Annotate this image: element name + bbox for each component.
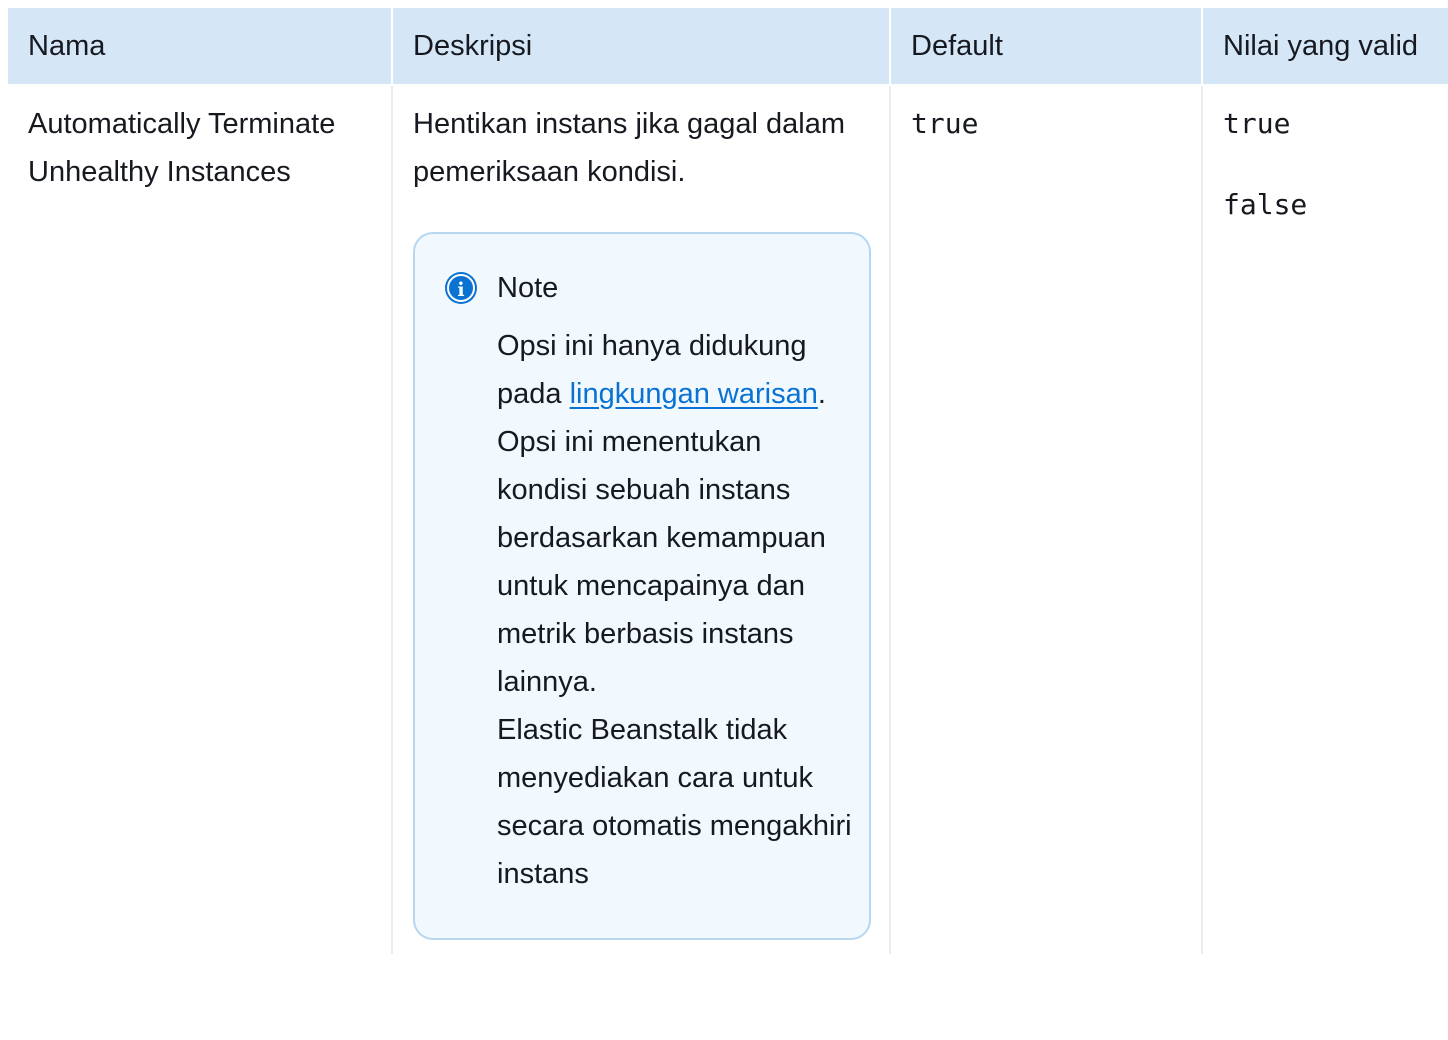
note-paragraph-2: Elastic Beanstalk tidak menyediakan cara… xyxy=(497,714,852,890)
note-header: i Note xyxy=(445,264,839,312)
note-body: Opsi ini hanya didukung pada lingkungan … xyxy=(497,322,857,898)
legacy-environment-link[interactable]: lingkungan warisan xyxy=(570,378,818,410)
note-callout: i Note Opsi ini hanya didukung pada ling… xyxy=(413,232,871,940)
table-header: Nama Deskripsi Default Nilai yang valid xyxy=(8,8,1448,86)
note-title: Note xyxy=(497,272,559,304)
option-name: Automatically Terminate Unhealthy Instan… xyxy=(8,85,393,954)
header-nilai-valid: Nilai yang valid xyxy=(1202,8,1448,86)
page: Nama Deskripsi Default Nilai yang valid … xyxy=(0,0,1448,1040)
valid-value: true xyxy=(1223,107,1291,140)
option-default-cell: true xyxy=(890,85,1203,954)
options-table: Nama Deskripsi Default Nilai yang valid … xyxy=(8,8,1448,954)
note-text-after-link: . Opsi ini menentukan kondisi sebuah ins… xyxy=(497,378,826,698)
header-row: Nama Deskripsi Default Nilai yang valid xyxy=(8,8,1448,86)
table-row: Automatically Terminate Unhealthy Instan… xyxy=(8,85,1448,954)
note-paragraph-1: Opsi ini hanya didukung pada lingkungan … xyxy=(497,322,857,706)
header-deskripsi: Deskripsi xyxy=(392,8,891,86)
valid-value: false xyxy=(1223,188,1308,221)
valid-values-list: true false xyxy=(1223,100,1436,229)
option-description-cell: Hentikan instans jika gagal dalam pemeri… xyxy=(392,85,891,954)
option-default: true xyxy=(911,107,979,140)
option-description: Hentikan instans jika gagal dalam pemeri… xyxy=(413,108,846,188)
header-default: Default xyxy=(890,8,1203,86)
info-icon: i xyxy=(447,274,475,302)
option-valid-values-cell: true false xyxy=(1202,85,1448,954)
header-nama: Nama xyxy=(8,8,393,86)
